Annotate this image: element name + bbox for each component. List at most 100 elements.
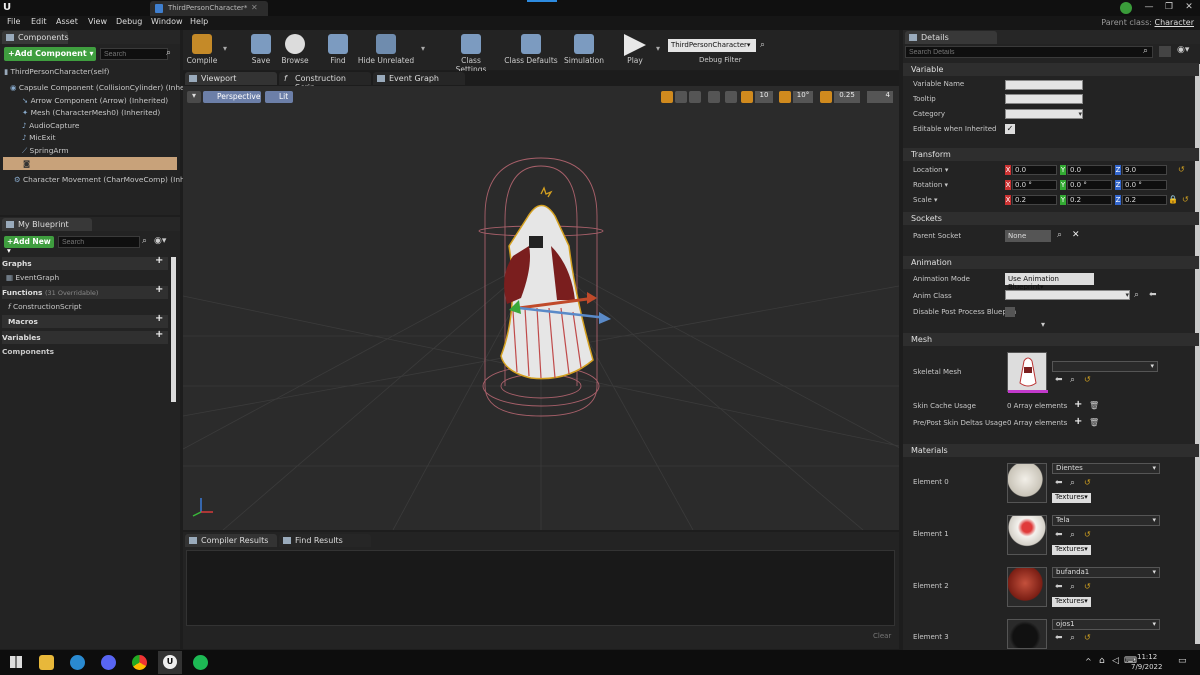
- rotation-z-field[interactable]: 0.0 °: [1122, 180, 1167, 190]
- trash-icon[interactable]: 🗑: [1089, 418, 1099, 427]
- skeletal-mesh-thumbnail[interactable]: [1007, 352, 1048, 393]
- add-macro-icon[interactable]: +: [155, 313, 163, 324]
- clear-socket-icon[interactable]: ✕: [1072, 230, 1080, 240]
- search-icon[interactable]: ⌕: [1134, 290, 1139, 300]
- compile-button[interactable]: Compile: [185, 32, 219, 68]
- discord-icon[interactable]: [101, 655, 116, 670]
- reset-location-icon[interactable]: ↺: [1178, 165, 1185, 174]
- expand-advanced-icon[interactable]: ▾: [1041, 320, 1045, 329]
- disable-post-process-checkbox[interactable]: [1005, 307, 1015, 317]
- property-matrix-icon[interactable]: [1159, 46, 1171, 57]
- location-y-field[interactable]: 0.0: [1067, 165, 1112, 175]
- volume-icon[interactable]: ◁: [1112, 656, 1119, 666]
- component-item-selected[interactable]: ◙: [3, 157, 177, 170]
- tab-my-blueprint[interactable]: My Blueprint: [2, 218, 92, 231]
- component-item-mesh[interactable]: ✦ Mesh (CharacterMesh0) (Inherited): [22, 106, 180, 119]
- add-variable-icon[interactable]: +: [155, 329, 163, 340]
- material-thumbnail[interactable]: [1007, 567, 1047, 607]
- details-search-input[interactable]: [905, 46, 1153, 58]
- location-x-field[interactable]: 0.0: [1012, 165, 1057, 175]
- parent-class-link[interactable]: Character: [1155, 18, 1195, 27]
- component-item-capsule[interactable]: ◉ Capsule Component (CollisionCylinder) …: [10, 81, 188, 94]
- arrow-left-icon[interactable]: ⬅: [1055, 582, 1063, 592]
- component-item-micexit[interactable]: ♪ MicExit: [22, 131, 180, 144]
- compile-dropdown-icon[interactable]: ▾: [223, 44, 227, 53]
- browse-button[interactable]: Browse: [279, 32, 311, 68]
- tab-details[interactable]: Details: [905, 31, 997, 44]
- network-icon[interactable]: ⌂: [1099, 656, 1105, 666]
- reset-material-icon[interactable]: ↺: [1084, 582, 1091, 591]
- tab-close-icon[interactable]: ✕: [251, 3, 258, 12]
- notification-icon[interactable]: ▭: [1178, 656, 1187, 666]
- skeletal-mesh-select[interactable]: ▾: [1052, 361, 1158, 372]
- eye-icon[interactable]: ◉▾: [1177, 45, 1189, 55]
- scale-y-field[interactable]: 0.2: [1067, 195, 1112, 205]
- tab-find-results[interactable]: Find Results: [279, 534, 371, 547]
- rotation-snap-value[interactable]: 10°: [793, 91, 813, 103]
- camera-speed-button[interactable]: 4: [867, 91, 893, 103]
- windows-start-icon[interactable]: [10, 656, 22, 668]
- functions-section[interactable]: Functions (31 Overridable): [2, 286, 168, 299]
- component-item-audiocapture[interactable]: ♪ AudioCapture: [22, 119, 180, 132]
- tab-event-graph[interactable]: Event Graph: [373, 72, 465, 85]
- arrow-left-icon[interactable]: ⬅: [1055, 633, 1063, 643]
- search-icon[interactable]: ⌕: [1070, 633, 1075, 643]
- textures-button[interactable]: Textures▾: [1052, 597, 1091, 607]
- mesh-section[interactable]: Mesh: [903, 333, 1199, 346]
- scale-label[interactable]: Scale ▾: [913, 196, 938, 204]
- material-select[interactable]: Dientes ▾: [1052, 463, 1160, 474]
- reset-material-icon[interactable]: ↺: [1084, 530, 1091, 539]
- scale-x-field[interactable]: 0.2: [1012, 195, 1057, 205]
- menu-help[interactable]: Help: [190, 17, 208, 26]
- file-explorer-icon[interactable]: [39, 655, 54, 670]
- transform-section[interactable]: Transform: [903, 148, 1199, 161]
- rotation-x-field[interactable]: 0.0 °: [1012, 180, 1057, 190]
- scale-z-field[interactable]: 0.2: [1122, 195, 1167, 205]
- class-defaults-button[interactable]: Class Defaults: [503, 32, 559, 68]
- component-root[interactable]: ▮ ThirdPersonCharacter(self): [4, 65, 178, 78]
- search-icon[interactable]: ⌕: [1057, 230, 1062, 240]
- translate-tool-icon[interactable]: [661, 91, 673, 103]
- materials-section[interactable]: Materials: [903, 444, 1199, 457]
- edge-icon[interactable]: [70, 655, 85, 670]
- play-button[interactable]: Play: [619, 32, 651, 68]
- search-icon[interactable]: ⌕: [1070, 582, 1075, 592]
- variable-section[interactable]: Variable: [903, 63, 1199, 76]
- material-thumbnail[interactable]: [1007, 619, 1047, 649]
- play-dropdown-icon[interactable]: ▾: [656, 44, 660, 53]
- simulation-button[interactable]: Simulation: [563, 32, 605, 68]
- component-item-charmove[interactable]: ⚙ Character Movement (CharMoveComp) (Inh…: [14, 173, 189, 186]
- viewport[interactable]: ▾ Perspective Lit 10 10° 0.25 4: [183, 86, 899, 530]
- components-category[interactable]: Components: [2, 345, 168, 358]
- debug-object-select[interactable]: ThirdPersonCharacter▾: [668, 39, 756, 52]
- anim-class-select[interactable]: ▾: [1005, 290, 1130, 300]
- search-icon[interactable]: ⌕: [166, 48, 171, 58]
- material-select[interactable]: ojos1 ▾: [1052, 619, 1160, 630]
- reset-scale-icon[interactable]: ↺: [1182, 195, 1189, 204]
- perspective-button[interactable]: Perspective: [203, 91, 261, 103]
- lit-button[interactable]: Lit: [265, 91, 293, 103]
- find-button[interactable]: Find: [323, 32, 353, 68]
- menu-view[interactable]: View: [88, 17, 107, 26]
- textures-button[interactable]: Textures▾: [1052, 493, 1091, 503]
- blueprint-search-input[interactable]: [58, 236, 140, 248]
- graphs-section[interactable]: Graphs: [2, 257, 168, 270]
- reset-material-icon[interactable]: ↺: [1084, 633, 1091, 642]
- trash-icon[interactable]: 🗑: [1089, 401, 1099, 410]
- world-local-icon[interactable]: [708, 91, 720, 103]
- search-icon[interactable]: ⌕: [1070, 375, 1075, 385]
- chrome-icon[interactable]: [132, 655, 147, 670]
- clock-time[interactable]: 11:12: [1137, 653, 1157, 661]
- tray-chevron-icon[interactable]: ^: [1085, 657, 1092, 666]
- add-component-button[interactable]: +Add Component ▾: [4, 47, 96, 61]
- reset-mesh-icon[interactable]: ↺: [1084, 375, 1091, 384]
- debug-search-icon[interactable]: ⌕: [760, 40, 765, 50]
- spotify-icon[interactable]: [193, 655, 208, 670]
- save-button[interactable]: Save: [247, 32, 275, 68]
- add-element-icon[interactable]: +: [1074, 416, 1082, 427]
- macros-section[interactable]: Macros: [2, 315, 168, 328]
- arrow-left-icon[interactable]: ⬅: [1055, 478, 1063, 488]
- material-thumbnail[interactable]: [1007, 463, 1047, 503]
- source-control-icon[interactable]: [1120, 2, 1132, 14]
- search-icon[interactable]: ⌕: [1070, 478, 1075, 488]
